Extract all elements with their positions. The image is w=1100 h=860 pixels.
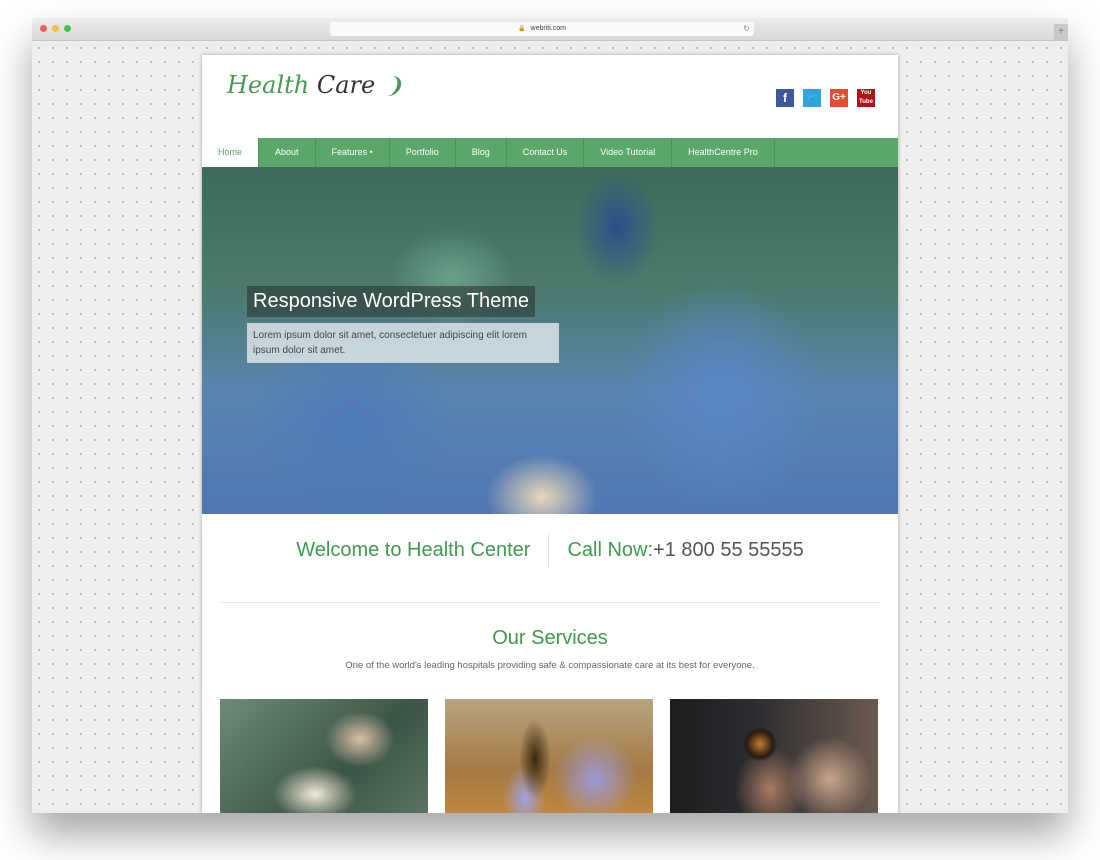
welcome-heading: Welcome to Health Center: [296, 533, 550, 567]
url-text: webriti.com: [530, 25, 566, 32]
phone-number: +1 800 55 55555: [653, 539, 804, 561]
reload-icon[interactable]: ↻: [743, 22, 750, 36]
logo-word-health: Health: [227, 71, 310, 99]
page-background: Health Care ❩ f 🐦 G+ You Tube Home About…: [32, 41, 1068, 813]
nav-healthcentre-pro[interactable]: HealthCentre Pro: [672, 138, 775, 167]
hero-slider[interactable]: Responsive WordPress Theme Lorem ipsum d…: [202, 167, 898, 514]
hero-text: Lorem ipsum dolor sit amet, consectetuer…: [247, 323, 559, 363]
minimize-window-button[interactable]: [52, 25, 59, 32]
service-image-surgery[interactable]: [220, 699, 428, 813]
main-navigation: Home About Features • Portfolio Blog Con…: [202, 138, 898, 167]
nav-video-tutorial[interactable]: Video Tutorial: [584, 138, 673, 167]
close-window-button[interactable]: [40, 25, 47, 32]
zoom-window-button[interactable]: [64, 25, 71, 32]
services-title: Our Services: [492, 627, 608, 649]
lock-icon: 🔒: [518, 26, 526, 32]
facebook-icon[interactable]: f: [776, 89, 794, 107]
services-cards: [220, 699, 878, 813]
browser-titlebar: 🔒 webriti.com ↻ +: [32, 18, 1068, 41]
twitter-icon[interactable]: 🐦: [803, 89, 821, 107]
services-subtitle: One of the world's leading hospitals pro…: [345, 660, 755, 671]
nav-blog[interactable]: Blog: [456, 138, 507, 167]
service-image-lab[interactable]: [445, 699, 653, 813]
nav-home[interactable]: Home: [202, 138, 260, 167]
site-logo[interactable]: Health Care ❩: [227, 71, 403, 99]
logo-figure-icon: ❩: [384, 74, 404, 99]
social-links: f 🐦 G+ You Tube: [776, 89, 875, 107]
nav-portfolio[interactable]: Portfolio: [390, 138, 456, 167]
browser-window: 🔒 webriti.com ↻ + Health Care ❩ f 🐦 G+ Y…: [32, 18, 1068, 813]
call-now: Call Now:+1 800 55 55555: [549, 533, 803, 567]
nav-about[interactable]: About: [259, 138, 316, 167]
website-page: Health Care ❩ f 🐦 G+ You Tube Home About…: [202, 55, 898, 813]
hero-title: Responsive WordPress Theme: [247, 286, 536, 317]
section-divider: [220, 602, 880, 603]
nav-features[interactable]: Features •: [316, 138, 390, 167]
nav-contact-us[interactable]: Contact Us: [507, 138, 585, 167]
new-tab-button[interactable]: +: [1054, 24, 1068, 40]
call-now-label: Call Now:: [567, 539, 654, 561]
service-image-eye-exam[interactable]: [670, 699, 878, 813]
hero-caption: Responsive WordPress Theme Lorem ipsum d…: [247, 286, 559, 363]
google-plus-icon[interactable]: G+: [830, 89, 848, 107]
welcome-bar: Welcome to Health Center Call Now:+1 800…: [202, 533, 898, 567]
logo-word-care: Care: [316, 71, 376, 99]
site-header: Health Care ❩ f 🐦 G+ You Tube: [202, 55, 898, 138]
youtube-icon[interactable]: You Tube: [857, 89, 875, 107]
address-bar[interactable]: 🔒 webriti.com ↻: [330, 22, 754, 36]
